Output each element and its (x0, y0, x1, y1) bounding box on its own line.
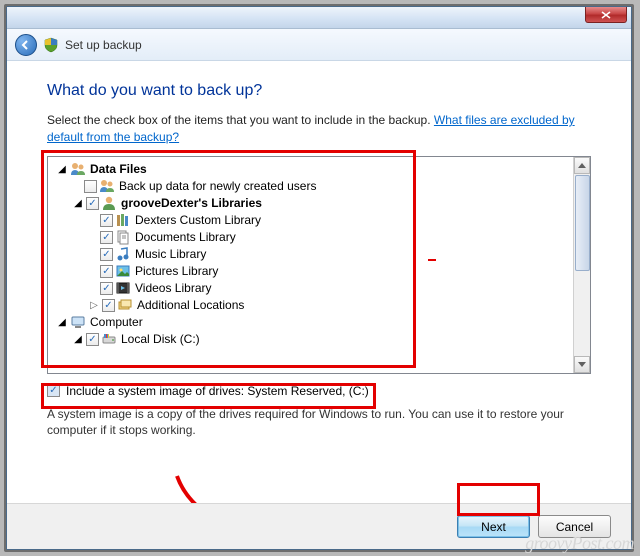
node-label: Back up data for newly created users (117, 179, 316, 193)
desc-text: Select the check box of the items that y… (47, 113, 434, 127)
checkbox-checked[interactable]: ✓ (86, 197, 99, 210)
watermark: groovyPost.com (525, 533, 634, 554)
backup-items-tree: ◢ Data Files Back up data for newly crea… (47, 156, 591, 374)
back-button[interactable] (15, 34, 37, 56)
expand-icon[interactable]: ▷ (88, 300, 100, 311)
system-image-label: Include a system image of drives: System… (66, 384, 369, 398)
wizard-header: Set up backup (7, 29, 631, 61)
node-label: Music Library (133, 247, 206, 261)
scroll-thumb[interactable] (575, 175, 590, 271)
content-area: What do you want to back up? Select the … (7, 61, 631, 503)
expand-icon[interactable]: ◢ (56, 317, 68, 328)
folder-stack-icon (117, 297, 133, 313)
tree-node-library[interactable]: ✓ Dexters Custom Library (50, 212, 571, 229)
checkbox-checked[interactable]: ✓ (100, 214, 113, 227)
tree-node-library[interactable]: ✓ Pictures Library (50, 263, 571, 280)
checkbox-checked[interactable]: ✓ (102, 299, 115, 312)
system-image-checkbox-row[interactable]: ✓ Include a system image of drives: Syst… (47, 382, 591, 400)
tree-node-library[interactable]: ✓ Documents Library (50, 229, 571, 246)
chevron-down-icon (578, 362, 586, 367)
checkbox-checked[interactable]: ✓ (100, 265, 113, 278)
tree-node-data-files[interactable]: ◢ Data Files (50, 161, 571, 178)
scrollbar[interactable] (573, 157, 590, 373)
node-label: Pictures Library (133, 264, 218, 278)
expand-icon[interactable]: ◢ (72, 198, 84, 209)
node-label: Data Files (88, 162, 147, 176)
close-button[interactable] (585, 7, 627, 23)
node-label: grooveDexter's Libraries (119, 196, 262, 210)
checkbox-checked[interactable]: ✓ (47, 384, 60, 397)
tree-node-library[interactable]: ✓ Videos Library (50, 280, 571, 297)
node-label: Additional Locations (135, 298, 244, 312)
page-heading: What do you want to back up? (47, 82, 591, 100)
scroll-up-button[interactable] (574, 157, 590, 174)
drive-icon (101, 331, 117, 347)
node-label: Dexters Custom Library (133, 213, 261, 227)
checkbox-unchecked[interactable] (84, 180, 97, 193)
computer-icon (70, 314, 86, 330)
page-description: Select the check box of the items that y… (47, 112, 591, 146)
annotation-arrow (167, 471, 497, 503)
node-label: Computer (88, 315, 143, 329)
shield-icon (43, 37, 59, 53)
system-image-description: A system image is a copy of the drives r… (47, 406, 591, 438)
node-label: Local Disk (C:) (119, 332, 200, 346)
annotation-mark (428, 259, 436, 261)
tree-content[interactable]: ◢ Data Files Back up data for newly crea… (48, 157, 573, 373)
node-label: Documents Library (133, 230, 236, 244)
scroll-down-button[interactable] (574, 356, 590, 373)
back-arrow-icon (20, 39, 32, 51)
expand-icon[interactable]: ◢ (72, 334, 84, 345)
titlebar (7, 7, 631, 29)
backup-wizard-window: Set up backup What do you want to back u… (6, 6, 632, 550)
pictures-icon (115, 263, 131, 279)
node-label: Videos Library (133, 281, 212, 295)
checkbox-checked[interactable]: ✓ (100, 231, 113, 244)
checkbox-checked[interactable]: ✓ (100, 248, 113, 261)
checkbox-checked[interactable]: ✓ (100, 282, 113, 295)
user-icon (101, 195, 117, 211)
tree-node-additional[interactable]: ▷ ✓ Additional Locations (50, 297, 571, 314)
tree-node-local-disk[interactable]: ◢ ✓ Local Disk (C:) (50, 331, 571, 348)
next-button[interactable]: Next (457, 515, 530, 538)
checkbox-checked[interactable]: ✓ (86, 333, 99, 346)
videos-icon (115, 280, 131, 296)
tree-node-computer[interactable]: ◢ Computer (50, 314, 571, 331)
tree-node-user-libraries[interactable]: ◢ ✓ grooveDexter's Libraries (50, 195, 571, 212)
close-icon (601, 11, 611, 19)
header-title: Set up backup (65, 38, 142, 52)
expand-icon[interactable]: ◢ (56, 164, 68, 175)
tree-node-new-users[interactable]: Back up data for newly created users (50, 178, 571, 195)
users-icon (99, 178, 115, 194)
documents-icon (115, 229, 131, 245)
tree-node-library[interactable]: ✓ Music Library (50, 246, 571, 263)
library-icon (115, 212, 131, 228)
chevron-up-icon (578, 163, 586, 168)
music-icon (115, 246, 131, 262)
users-icon (70, 161, 86, 177)
